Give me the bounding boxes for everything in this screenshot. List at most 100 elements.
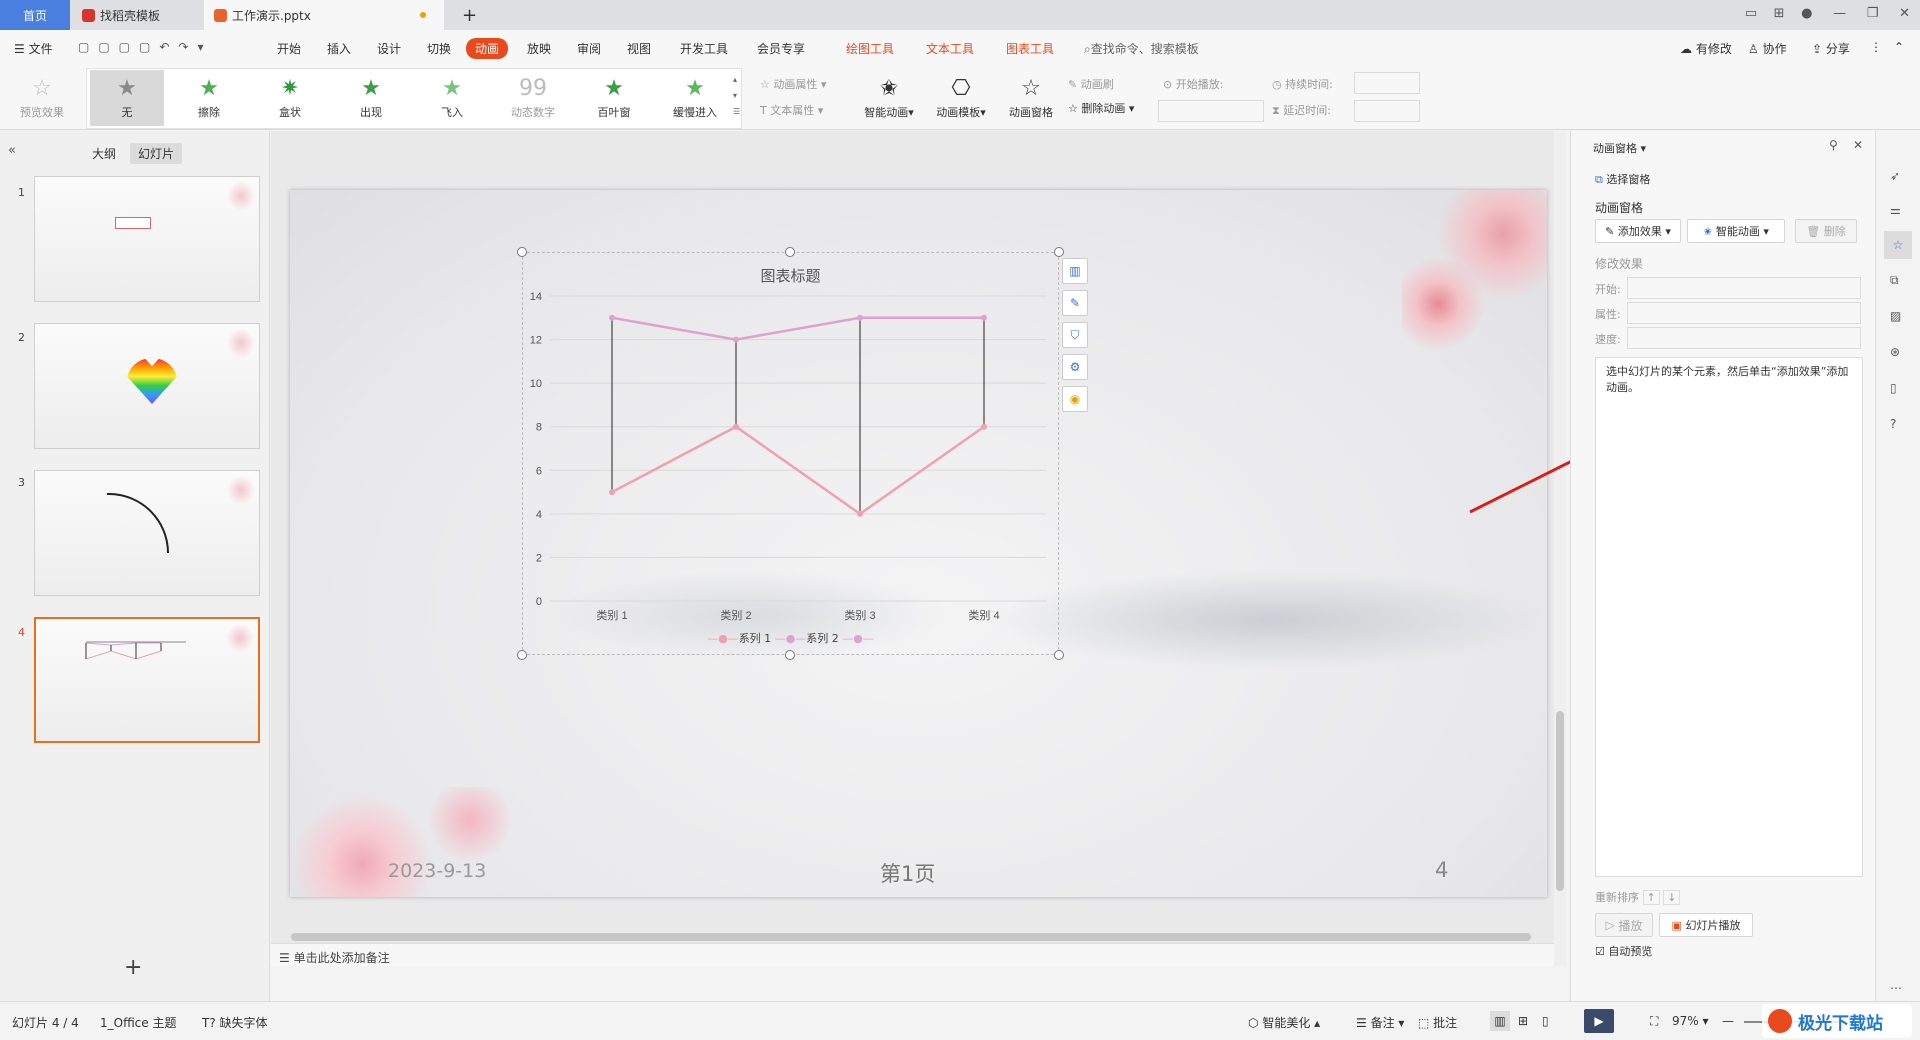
fit-icon[interactable]: ⛶ [1650, 1014, 1658, 1029]
notes-button[interactable]: ☰ 备注 ▾ [1356, 1014, 1404, 1031]
normal-view-icon[interactable]: ▥ [1490, 1011, 1510, 1031]
comments-button[interactable]: ⬚ 批注 [1418, 1014, 1457, 1031]
slide-date[interactable]: 2023-9-13 [388, 860, 486, 882]
menu-developer[interactable]: 开发工具 [680, 40, 728, 57]
transition-icon[interactable]: ⧉ [1890, 273, 1899, 288]
chart-filter-icon[interactable]: ⛉ [1062, 322, 1088, 348]
smart-beautify-button[interactable]: ⬡ 智能美化 ▴ [1248, 1014, 1320, 1031]
preview-effect-button[interactable]: ☆ 预览效果 [4, 70, 80, 126]
scroll-thumb[interactable] [1556, 711, 1564, 891]
close-icon[interactable]: ✕ [1899, 6, 1910, 21]
effect-slow-enter[interactable]: ★ 缓慢进入 [658, 70, 732, 126]
sorter-view-icon[interactable]: ⊞ [1518, 1014, 1528, 1028]
menu-drawing-tools[interactable]: 绘图工具 [846, 40, 894, 57]
slide-thumb-1[interactable] [34, 176, 260, 302]
notes-bar[interactable]: ☰ 单击此处添加备注 [271, 943, 1554, 966]
chart-style-icon[interactable]: ✎ [1062, 290, 1088, 316]
command-search[interactable]: ⌕查找命令、搜索模板 [1084, 40, 1199, 57]
help-icon[interactable]: ? [1890, 417, 1896, 431]
anim-template-button[interactable]: ⎔ 动画模板▾ [924, 70, 998, 126]
slide-thumb-3[interactable] [34, 470, 260, 596]
resize-handle[interactable] [517, 247, 527, 257]
property-select[interactable] [1627, 302, 1861, 324]
canvas-v-scroll[interactable] [1554, 131, 1566, 966]
canvas-h-scroll[interactable] [271, 931, 1554, 943]
collapse-ribbon-icon[interactable]: ⌃ [1894, 40, 1904, 54]
slide-footer[interactable]: 第1页 [880, 858, 935, 888]
menu-member[interactable]: 会员专享 [757, 40, 805, 57]
theme-name[interactable]: 1_Office 主题 [100, 1014, 176, 1031]
effect-blinds[interactable]: ★ 百叶窗 [577, 70, 651, 126]
slide-number-field[interactable]: 4 [1435, 858, 1448, 882]
start-play-select[interactable] [1158, 100, 1264, 122]
add-slide-button[interactable]: + [124, 955, 142, 980]
tab-document[interactable]: 工作演示.pptx [204, 0, 444, 30]
smart-anim-pane-button[interactable]: ✬ 智能动画 ▾ [1687, 219, 1785, 243]
slide-thumb-4[interactable] [34, 617, 260, 743]
tab-outline[interactable]: 大纲 [92, 145, 116, 162]
menu-transition[interactable]: 切换 [427, 40, 451, 57]
slide-play-button[interactable]: ▣ 幻灯片播放 [1659, 913, 1753, 937]
anim-attr-button[interactable]: ☆ 动画属性 ▾ [760, 76, 826, 92]
menu-review[interactable]: 审阅 [577, 40, 601, 57]
layout-icon[interactable]: ▭ [1745, 6, 1757, 21]
slide-thumb-2[interactable] [34, 323, 260, 449]
menu-slideshow[interactable]: 放映 [527, 40, 551, 57]
has-changes-button[interactable]: ☁ 有修改 [1680, 40, 1732, 57]
play-button[interactable]: ▷ 播放 [1595, 913, 1653, 937]
gallery-scroll-icon[interactable]: ▴ ▾ ☰ [733, 72, 740, 120]
minimize-icon[interactable]: — [1833, 6, 1846, 21]
slide[interactable]: 图表标题 0 2 4 6 8 10 12 14 类别 1 类别 2 类别 3 类别 4 —●—系列 1… [290, 190, 1550, 897]
chart-settings-icon[interactable]: ⚙ [1062, 354, 1088, 380]
menu-insert[interactable]: 插入 [327, 40, 351, 57]
auto-preview-checkbox[interactable]: ☑ 自动预览 [1595, 943, 1652, 959]
text-attr-button[interactable]: T 文本属性 ▾ [760, 102, 823, 118]
missing-font-button[interactable]: T? 缺失字体 [202, 1014, 268, 1031]
apps-grid-icon[interactable]: ⊞ [1774, 6, 1785, 21]
select-pane-button[interactable]: ⧉ 选择窗格 [1595, 171, 1650, 187]
rocket-icon[interactable]: ➶ [1890, 169, 1900, 183]
menu-text-tools[interactable]: 文本工具 [926, 40, 974, 57]
duration-input[interactable] [1354, 72, 1420, 94]
book-icon[interactable]: ▯ [1890, 381, 1897, 395]
compass-icon[interactable]: ⊛ [1890, 345, 1900, 359]
move-up-icon[interactable]: ↑ [1642, 890, 1660, 905]
effect-wipe[interactable]: ★ 擦除 [172, 70, 246, 126]
resize-handle[interactable] [785, 247, 795, 257]
animation-star-icon[interactable]: ☆ [1884, 231, 1912, 259]
slideshow-play-button[interactable]: ▶ [1584, 1009, 1614, 1033]
share-button[interactable]: ⇪ 分享 [1812, 40, 1850, 57]
pin-icon[interactable]: ⚲ [1829, 138, 1838, 152]
effect-appear[interactable]: ★ 出现 [334, 70, 408, 126]
menu-start[interactable]: 开始 [277, 40, 301, 57]
delay-input[interactable] [1354, 100, 1420, 122]
delete-anim-button[interactable]: ☆ 删除动画 ▾ [1068, 100, 1134, 116]
move-down-icon[interactable]: ↓ [1663, 890, 1681, 905]
menu-design[interactable]: 设计 [377, 40, 401, 57]
tab-slides[interactable]: 幻灯片 [130, 143, 183, 164]
resize-handle[interactable] [785, 650, 795, 660]
file-menu[interactable]: ☰ 文件 [14, 40, 53, 57]
resize-handle[interactable] [1054, 650, 1064, 660]
resize-handle[interactable] [1054, 247, 1064, 257]
close-pane-icon[interactable]: ✕ [1853, 138, 1863, 152]
chart-element-icon[interactable]: ▥ [1062, 258, 1088, 284]
tab-template[interactable]: 找稻壳模板 [72, 0, 200, 30]
delete-button[interactable]: 🗑 删除 [1795, 219, 1857, 243]
animation-list[interactable]: 选中幻灯片的某个元素，然后单击“添加效果”添加动画。 [1595, 357, 1863, 877]
anim-pane-button[interactable]: ☆ 动画窗格 [994, 70, 1068, 126]
anim-brush-button[interactable]: ✎ 动画刷 [1068, 76, 1114, 92]
menu-chart-tools[interactable]: 图表工具 [1006, 40, 1054, 57]
zoom-level[interactable]: 97% ▾ [1672, 1014, 1709, 1028]
menu-view[interactable]: 视图 [627, 40, 651, 57]
effect-fly-in[interactable]: ★ 飞入 [415, 70, 489, 126]
collapse-panel-icon[interactable]: « [8, 143, 16, 158]
restore-icon[interactable]: ❐ [1867, 6, 1879, 21]
tab-home[interactable]: 首页 [0, 0, 70, 30]
collab-button[interactable]: ♙ 协作 [1748, 40, 1787, 57]
more-dots-icon[interactable]: ⋯ [1890, 981, 1902, 995]
speed-select[interactable] [1627, 327, 1861, 349]
chart-idea-icon[interactable]: ◉ [1062, 386, 1088, 412]
reading-view-icon[interactable]: ▯ [1542, 1014, 1549, 1028]
effect-box[interactable]: ✷ 盒状 [253, 70, 327, 126]
